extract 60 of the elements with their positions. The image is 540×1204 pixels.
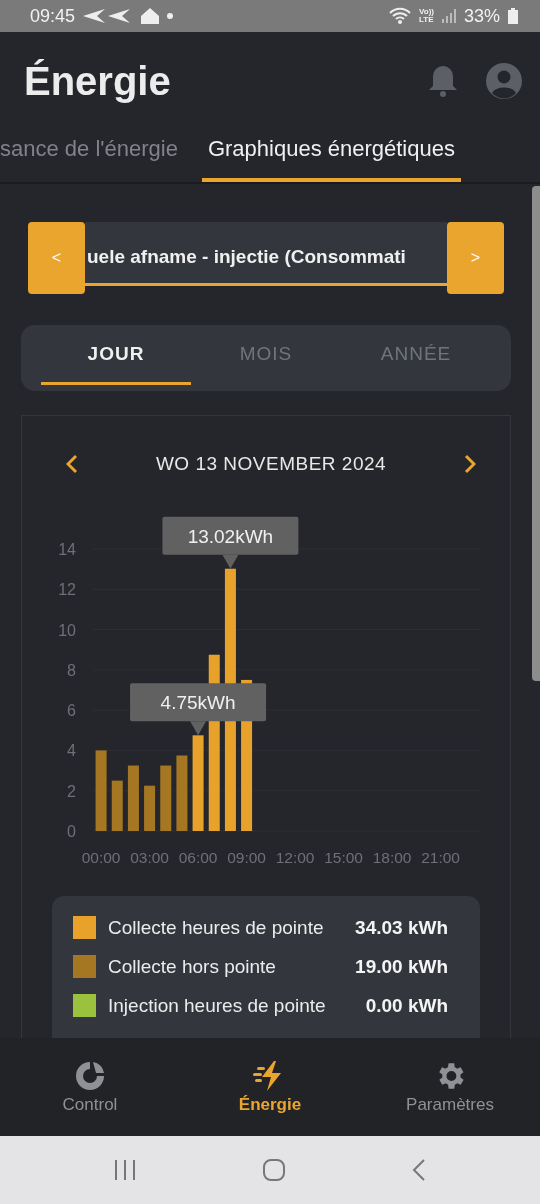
volte-indicator: Vo)) LTE: [419, 8, 434, 24]
avatar-icon[interactable]: [486, 63, 522, 99]
value-tooltip: 13.02kWh: [162, 516, 299, 569]
value-tooltip: 4.75kWh: [130, 683, 267, 736]
home-icon: [141, 8, 160, 24]
y-tick-label: 10: [58, 621, 76, 639]
recent-apps-icon[interactable]: [112, 1159, 137, 1181]
tab[interactable]: sance de l'énergie: [0, 130, 184, 182]
annotation: 13.02kWh: [187, 525, 274, 547]
bar[interactable]: [192, 735, 204, 831]
legend-value: 19.00 kWh: [355, 955, 448, 978]
legend-value: 0.00 kWh: [365, 994, 448, 1017]
x-tick-label: 15:00: [324, 849, 363, 866]
wifi-icon: [389, 7, 411, 25]
battery-icon: [508, 8, 518, 24]
home-button-icon[interactable]: [262, 1158, 286, 1182]
bar[interactable]: [144, 785, 156, 831]
previous-day-button[interactable]: [66, 454, 78, 474]
x-tick-label: 18:00: [372, 849, 412, 866]
next-day-button[interactable]: [464, 454, 476, 474]
legend-label: Collecte hors pointe: [108, 955, 277, 978]
nav-item[interactable]: Énergie: [180, 1059, 360, 1115]
x-tick-label: 09:00: [227, 849, 266, 866]
chevron-right-icon: [464, 454, 476, 474]
x-tick-label: 06:00: [178, 849, 218, 866]
legend-value: 34.03 kWh: [355, 916, 448, 939]
date-label: WO 13 NOVEMBER 2024: [155, 453, 387, 475]
y-tick-label: 14: [58, 541, 76, 558]
y-tick-label: 0: [67, 823, 76, 840]
x-tick-label: 12:00: [275, 849, 315, 866]
chevron-left-icon: [66, 454, 78, 474]
dot-icon: [167, 13, 174, 19]
x-tick-label: 00:00: [81, 849, 121, 866]
period-tab[interactable]: ANNÉE: [341, 325, 491, 385]
annotation: 4.75kWh: [160, 692, 236, 714]
back-icon[interactable]: [411, 1158, 428, 1182]
bar[interactable]: [160, 765, 172, 831]
status-time: 09:45: [30, 5, 76, 27]
legend-label: Injection heures de pointe: [108, 994, 327, 1017]
y-tick-label: 2: [67, 782, 76, 800]
nav-item[interactable]: Paramètres: [360, 1059, 540, 1115]
x-tick-label: 21:00: [421, 849, 460, 866]
scrollbar[interactable]: [532, 186, 540, 681]
y-tick-label: 8: [67, 661, 76, 679]
page-title: Énergie: [24, 58, 172, 104]
tab[interactable]: Graphiques énergétiques: [201, 130, 461, 182]
signal-icon: [441, 9, 456, 23]
bell-icon[interactable]: [428, 64, 458, 98]
legend-label: Collecte heures de pointe: [108, 916, 325, 939]
nav-item[interactable]: Control: [0, 1059, 180, 1115]
meter-selector-field[interactable]: uele afname - injectie (Consommati: [85, 222, 447, 286]
period-tab[interactable]: MOIS: [191, 325, 341, 385]
x-tick-label: 03:00: [130, 849, 169, 866]
y-tick-label: 6: [67, 702, 76, 720]
bar[interactable]: [127, 765, 139, 831]
y-tick-label: 12: [58, 581, 76, 599]
battery-percent: 33%: [463, 5, 500, 27]
period-tab[interactable]: JOUR: [41, 325, 191, 385]
bar[interactable]: [111, 780, 123, 831]
y-tick-label: 4: [67, 742, 76, 760]
